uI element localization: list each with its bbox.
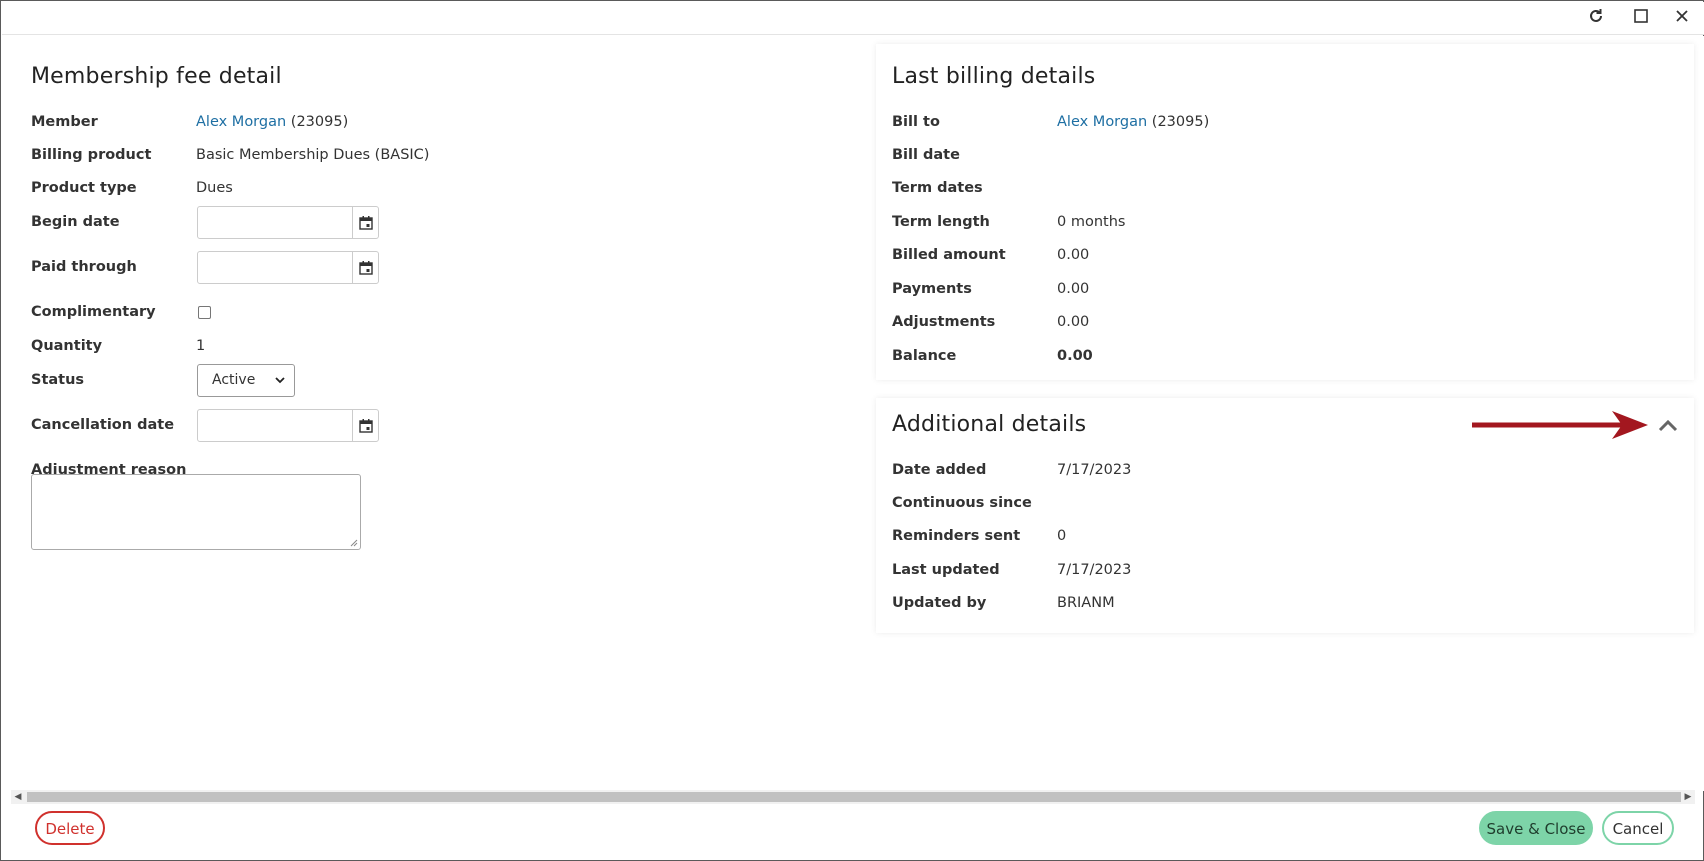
calendar-icon[interactable] bbox=[352, 410, 378, 441]
member-value: Alex Morgan (23095) bbox=[196, 114, 348, 130]
cancel-button[interactable]: Cancel bbox=[1602, 811, 1674, 845]
begin-date-label: Begin date bbox=[31, 214, 120, 230]
adjustment-reason-textarea[interactable] bbox=[31, 474, 361, 550]
paid-through-label: Paid through bbox=[31, 259, 137, 275]
cancellation-date-input[interactable] bbox=[197, 409, 379, 442]
card-title: Additional details bbox=[892, 412, 1087, 437]
term-length-label: Term length bbox=[892, 214, 990, 230]
delete-button[interactable]: Delete bbox=[35, 811, 105, 845]
save-close-button[interactable]: Save & Close bbox=[1479, 811, 1593, 845]
complimentary-label: Complimentary bbox=[31, 304, 156, 320]
card-title: Last billing details bbox=[892, 64, 1096, 89]
cancellation-date-label: Cancellation date bbox=[31, 417, 175, 433]
resize-handle-icon[interactable] bbox=[350, 539, 358, 547]
quantity-label: Quantity bbox=[31, 338, 103, 354]
member-label: Member bbox=[31, 114, 98, 130]
paid-through-input[interactable] bbox=[197, 251, 379, 284]
dialog-window: Membership fee detail Member Alex Morgan… bbox=[0, 0, 1704, 861]
calendar-icon[interactable] bbox=[352, 252, 378, 283]
bill-to-label: Bill to bbox=[892, 114, 940, 130]
date-added-label: Date added bbox=[892, 462, 987, 478]
title-bar bbox=[2, 2, 1704, 35]
billed-amount-label: Billed amount bbox=[892, 247, 1006, 263]
begin-date-input[interactable] bbox=[197, 206, 379, 239]
payments-label: Payments bbox=[892, 281, 972, 297]
status-value: Active bbox=[212, 372, 256, 388]
collapse-chevron-up-icon[interactable] bbox=[1656, 414, 1680, 438]
bill-to-id: (23095) bbox=[1151, 114, 1210, 130]
maximize-icon[interactable] bbox=[1629, 7, 1653, 29]
chevron-down-icon bbox=[275, 365, 285, 396]
bill-to-value: Alex Morgan (23095) bbox=[1057, 114, 1209, 130]
status-label: Status bbox=[31, 372, 85, 388]
last-updated-label: Last updated bbox=[892, 562, 1000, 578]
quantity-value: 1 bbox=[196, 338, 206, 354]
term-dates-label: Term dates bbox=[892, 180, 983, 196]
balance-value: 0.00 bbox=[1057, 348, 1093, 364]
reminders-sent-value: 0 bbox=[1057, 528, 1067, 544]
scrollbar-thumb[interactable] bbox=[27, 792, 1681, 802]
reminders-sent-label: Reminders sent bbox=[892, 528, 1021, 544]
panel-title: Membership fee detail bbox=[31, 64, 282, 89]
calendar-icon[interactable] bbox=[352, 207, 378, 238]
balance-label: Balance bbox=[892, 348, 957, 364]
refresh-icon[interactable] bbox=[1584, 7, 1608, 29]
last-updated-value: 7/17/2023 bbox=[1057, 562, 1132, 578]
updated-by-label: Updated by bbox=[892, 595, 987, 611]
status-select[interactable]: Active bbox=[197, 364, 295, 397]
updated-by-value: BRIANM bbox=[1057, 595, 1115, 611]
horizontal-scrollbar[interactable]: ◀ ▶ bbox=[11, 790, 1695, 804]
adjustments-value: 0.00 bbox=[1057, 314, 1090, 330]
continuous-since-label: Continuous since bbox=[892, 495, 1032, 511]
term-length-value: 0 months bbox=[1057, 214, 1126, 230]
dialog-content: Membership fee detail Member Alex Morgan… bbox=[2, 36, 1704, 791]
membership-fee-detail-panel: Membership fee detail Member Alex Morgan… bbox=[16, 44, 866, 604]
billing-product-label: Billing product bbox=[31, 147, 152, 163]
scroll-left-icon[interactable]: ◀ bbox=[11, 790, 25, 804]
annotation-arrow bbox=[1472, 411, 1648, 439]
date-added-value: 7/17/2023 bbox=[1057, 462, 1132, 478]
billed-amount-value: 0.00 bbox=[1057, 247, 1090, 263]
last-billing-details-card: Last billing details Bill to Alex Morgan… bbox=[876, 44, 1694, 380]
complimentary-checkbox[interactable] bbox=[198, 306, 211, 319]
additional-details-card: Additional details Date added 7/17/2023 … bbox=[876, 398, 1694, 633]
scroll-right-icon[interactable]: ▶ bbox=[1681, 790, 1695, 804]
product-type-label: Product type bbox=[31, 180, 137, 196]
member-link[interactable]: Alex Morgan bbox=[196, 114, 286, 130]
member-id: (23095) bbox=[290, 114, 349, 130]
billing-product-value: Basic Membership Dues (BASIC) bbox=[196, 147, 430, 163]
adjustments-label: Adjustments bbox=[892, 314, 996, 330]
product-type-value: Dues bbox=[196, 180, 233, 196]
payments-value: 0.00 bbox=[1057, 281, 1090, 297]
bill-date-label: Bill date bbox=[892, 147, 960, 163]
close-icon[interactable] bbox=[1670, 7, 1694, 29]
bill-to-link[interactable]: Alex Morgan bbox=[1057, 114, 1147, 130]
